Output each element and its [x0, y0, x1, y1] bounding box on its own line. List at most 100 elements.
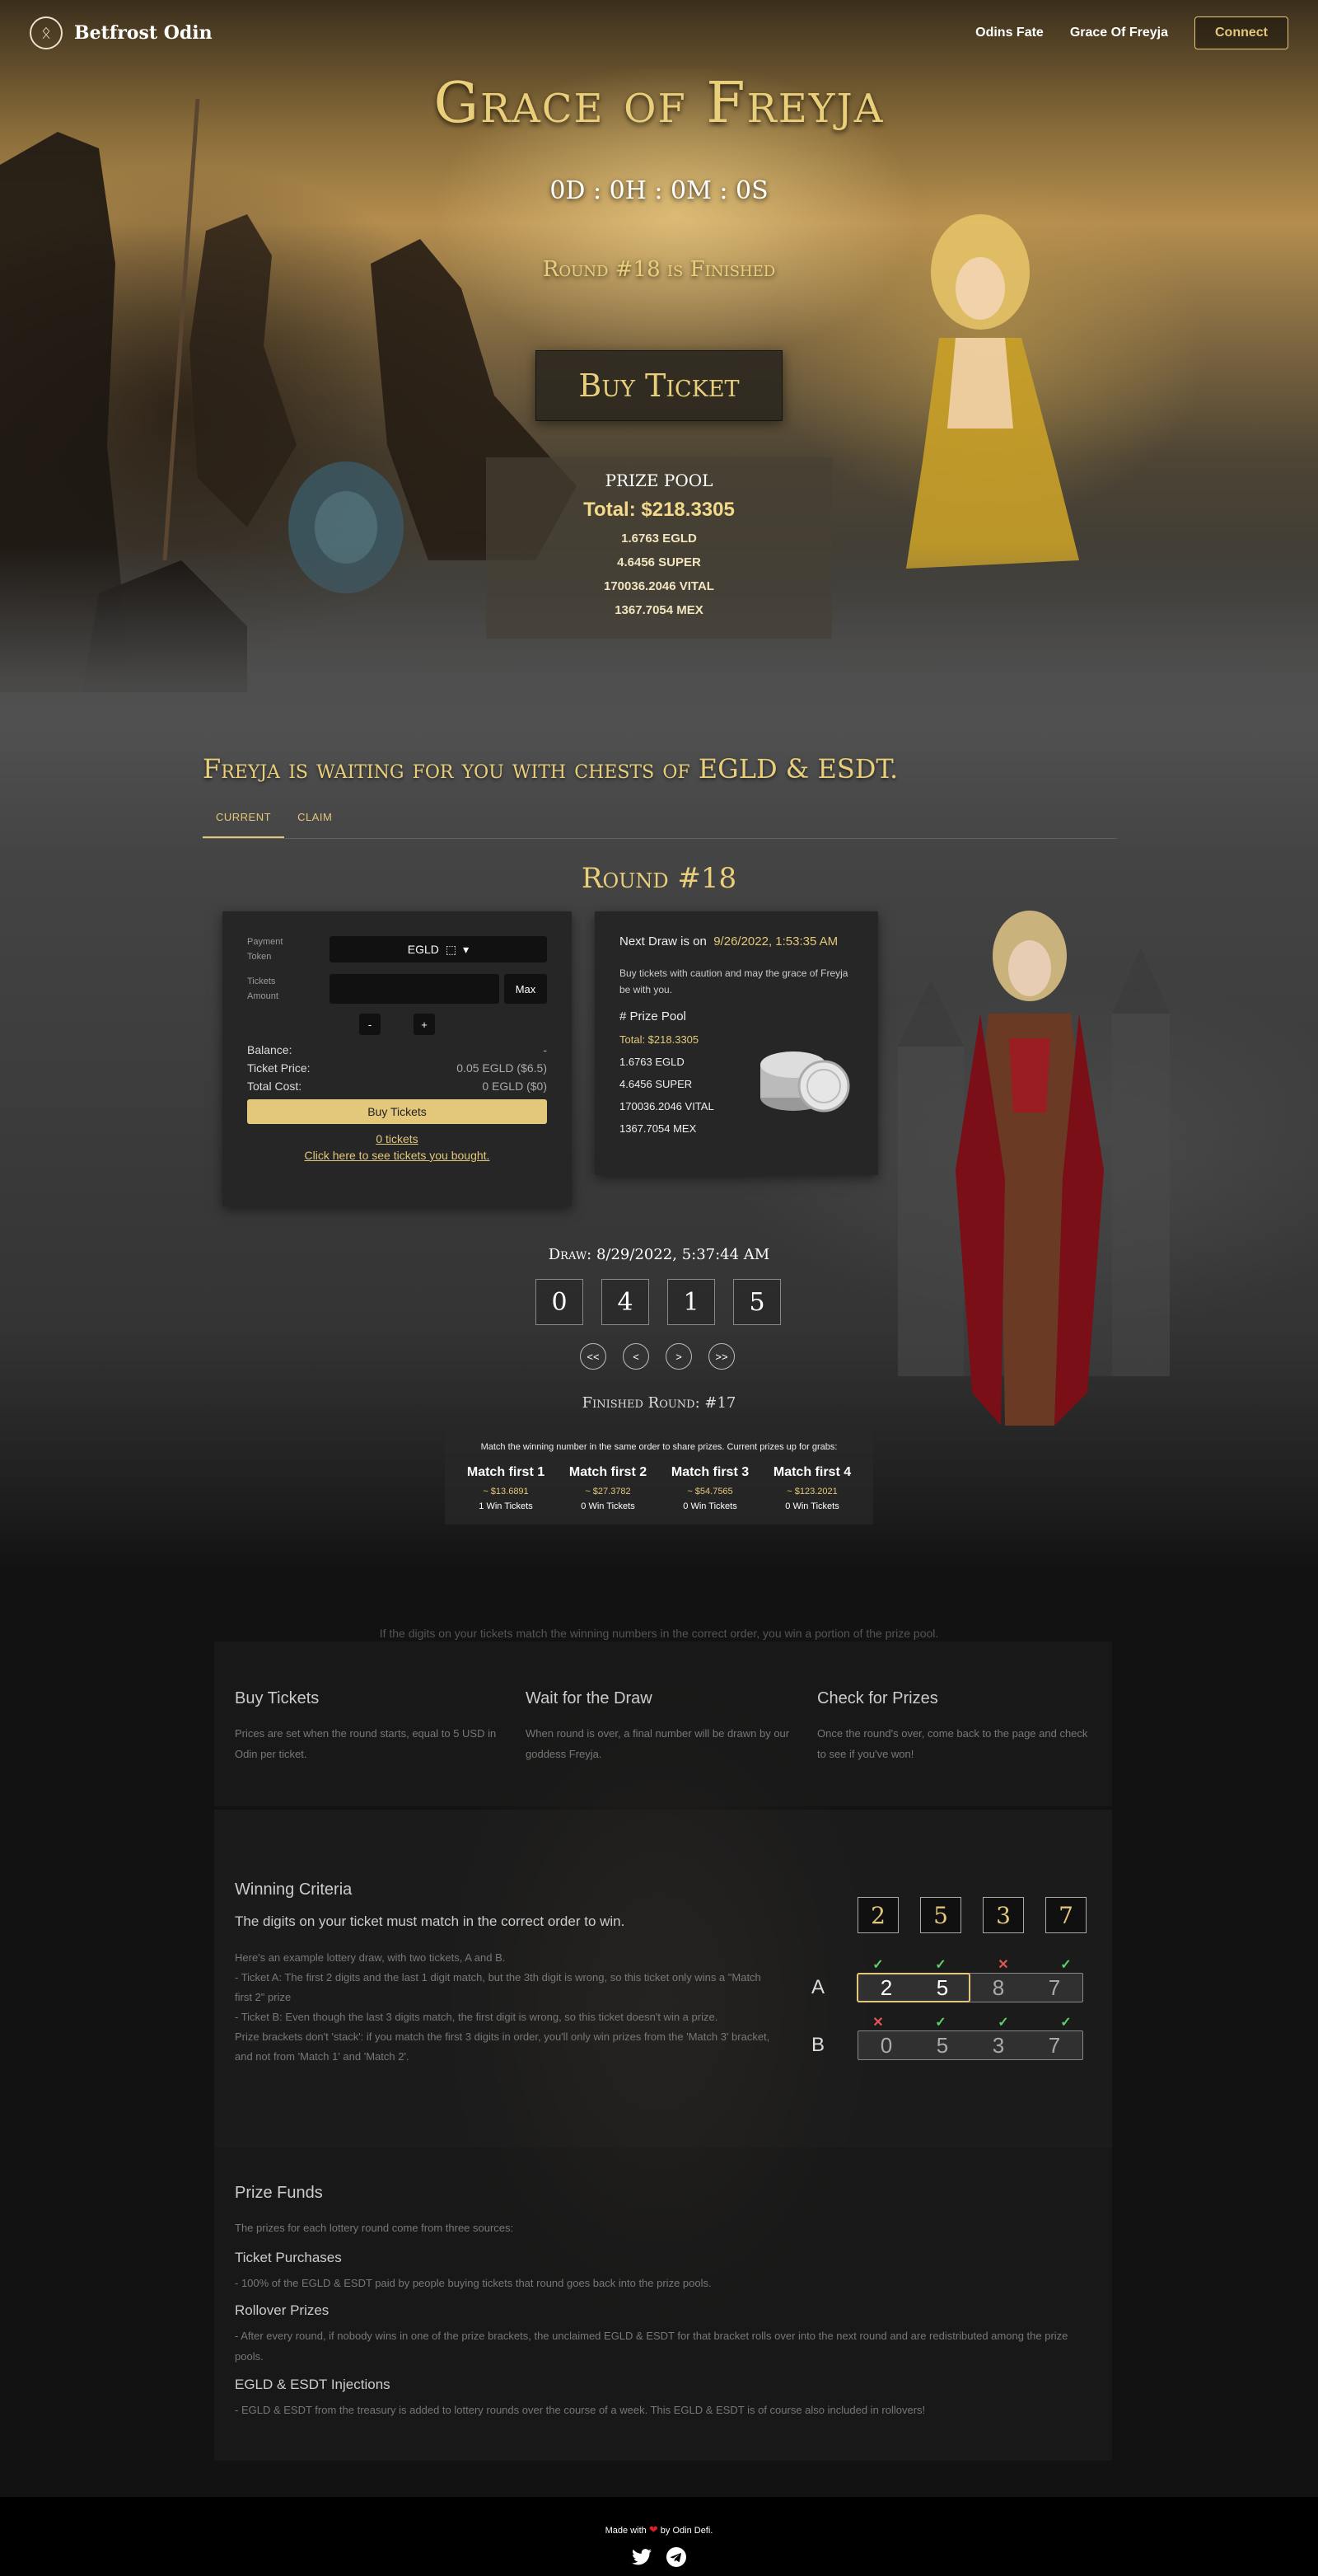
example-draw: 2 5 3 7 ✓ ✓ ✕ ✓ A 2 5 8 7 ✕ ✓ ✓ ✓ B 0 5 … [811, 1897, 1087, 2062]
next-round-button[interactable]: > [666, 1343, 692, 1370]
match-bracket: Match first 2 ~ $27.3782 0 Win Tickets [559, 1465, 657, 1511]
fund-title: Ticket Purchases [235, 2250, 342, 2265]
twitter-icon[interactable] [631, 2546, 652, 2568]
brand[interactable]: ᛟ Betfrost Odin [30, 16, 213, 49]
winning-digit: 5 [733, 1279, 781, 1325]
total-cost-row: Total Cost: 0 EGLD ($0) [247, 1080, 547, 1093]
finished-round: Finished Round: #17 [582, 1394, 736, 1412]
made-with: Made with ❤ by Odin Defi. [0, 2523, 1318, 2536]
odin-logo-icon: ᛟ [30, 16, 63, 49]
brand-name: Betfrost Odin [74, 22, 213, 44]
max-button[interactable]: Max [504, 974, 547, 1004]
step-title: Buy Tickets [235, 1689, 320, 1707]
last-round-button[interactable]: >> [708, 1343, 735, 1370]
cross-icon: ✕ [998, 1958, 1009, 1972]
balance-label: Balance: [247, 1043, 292, 1056]
match-prizes: Match the winning number in the same ord… [445, 1426, 873, 1525]
fund-rollover-prizes: Rollover Prizes - After every round, if … [235, 2302, 1075, 2367]
increment-button[interactable]: + [414, 1014, 435, 1035]
step-desc: When round is over, a final number will … [526, 1727, 790, 1760]
how-intro: If the digits on your tickets match the … [379, 1627, 939, 1640]
next-draw-panel: Next Draw is on 9/26/2022, 1:53:35 AM Bu… [595, 911, 878, 1175]
tab-current[interactable]: CURRENT [203, 803, 285, 838]
tickets-amount-label-line: Amount [247, 991, 278, 1001]
prize-pool-item: 1.6763 EGLD [621, 532, 697, 546]
match-bracket-highlight [857, 1973, 970, 2002]
see-tickets-link[interactable]: Click here to see tickets you bought. [247, 1149, 547, 1162]
check-icon: ✓ [935, 2016, 946, 2030]
total-cost-value: 0 EGLD ($0) [482, 1080, 547, 1093]
funds-intro: The prizes for each lottery round come f… [235, 2222, 514, 2234]
winning-digit: 0 [535, 1279, 583, 1325]
check-icon: ✓ [1060, 2016, 1072, 2030]
match-bracket: Match first 4 ~ $123.2021 0 Win Tickets [763, 1465, 862, 1511]
step-wait-for-draw: Wait for the Draw When round is over, a … [526, 1689, 797, 1764]
winning-digit: 4 [601, 1279, 649, 1325]
tickets-amount-input[interactable] [330, 974, 499, 1004]
made-with-text: Made with [605, 2526, 647, 2536]
chevron-down-icon: ▾ [463, 942, 470, 956]
check-icon: ✓ [872, 1958, 884, 1972]
match-bracket-value: ~ $123.2021 [787, 1487, 838, 1496]
tickets-amount-label: Tickets Amount [247, 974, 330, 1004]
match-bracket-value: ~ $13.6891 [483, 1487, 529, 1496]
check-icon: ✓ [998, 2016, 1009, 2030]
top-nav: ᛟ Betfrost Odin Odins Fate Grace Of Frey… [0, 0, 1318, 66]
ticket-label: A [811, 1976, 825, 1998]
total-cost-label: Total Cost: [247, 1080, 302, 1093]
criteria-line: Prize brackets don't 'stack': if you mat… [235, 2030, 770, 2063]
criteria-text: Here's an example lottery draw, with two… [235, 1948, 778, 2067]
ticket-digit: 8 [992, 1974, 1005, 2000]
decrement-button[interactable]: - [359, 1014, 381, 1035]
prev-round-button[interactable]: < [623, 1343, 649, 1370]
round-status: Round #18 is Finished [542, 257, 776, 282]
match-bracket-wins: 0 Win Tickets [683, 1501, 737, 1511]
match-bracket: Match first 3 ~ $54.7565 0 Win Tickets [661, 1465, 759, 1511]
step-buy-tickets: Buy Tickets Prices are set when the roun… [235, 1689, 507, 1764]
example-winning-digit: 2 [858, 1897, 899, 1933]
coins-icon [760, 1051, 850, 1112]
social-links [0, 2546, 1318, 2568]
match-bracket-title: Match first 3 [671, 1465, 750, 1479]
fund-injections: EGLD & ESDT Injections - EGLD & ESDT fro… [235, 2377, 1075, 2420]
first-round-button[interactable]: << [580, 1343, 606, 1370]
match-bracket-wins: 1 Win Tickets [479, 1501, 533, 1511]
match-bracket-value: ~ $27.3782 [585, 1487, 631, 1496]
prize-pool-item: 1367.7054 MEX [615, 603, 703, 617]
check-icon: ✓ [935, 1958, 946, 1972]
nav-link-grace-of-freyja[interactable]: Grace Of Freyja [1070, 26, 1168, 40]
ticket-b-digits: 0 5 3 7 [858, 2030, 1083, 2060]
nav-link-odins-fate[interactable]: Odins Fate [975, 26, 1044, 40]
match-intro: Match the winning number in the same ord… [480, 1442, 838, 1452]
section-heading: Freyja is waiting for you with chests of… [203, 753, 899, 785]
ticket-b: B 0 5 3 7 [811, 2030, 1083, 2060]
telegram-icon[interactable] [666, 2546, 687, 2568]
tickets-amount-label-line: Tickets [247, 977, 276, 986]
next-draw-value: 9/26/2022, 1:53:35 AM [713, 934, 839, 948]
prize-pool-title: PRIZE POOL [605, 471, 713, 490]
tickets-count-link[interactable]: 0 tickets [247, 1132, 547, 1145]
prize-pool-total: Total: $218.3305 [583, 499, 735, 521]
example-winning-digit: 7 [1045, 1897, 1087, 1933]
ticket-price-label: Ticket Price: [247, 1061, 311, 1075]
criteria-title: Winning Criteria [235, 1880, 353, 1899]
connect-button[interactable]: Connect [1194, 16, 1288, 49]
payment-token-label-line: Payment [247, 937, 283, 947]
egld-icon: ⬚ [445, 942, 457, 956]
criteria-line: Here's an example lottery draw, with two… [235, 1951, 506, 1964]
tab-claim[interactable]: CLAIM [284, 803, 345, 838]
token-select[interactable]: EGLD ⬚ ▾ [330, 936, 547, 962]
caution-text: Buy tickets with caution and may the gra… [619, 967, 848, 995]
prize-pool-item: 4.6456 SUPER [617, 555, 701, 569]
match-bracket-title: Match first 1 [466, 1465, 545, 1479]
buy-ticket-button[interactable]: Buy Ticket [535, 350, 783, 421]
ticket-a-marks: ✓ ✓ ✕ ✓ [858, 1956, 1087, 1973]
step-desc: Once the round's over, come back to the … [817, 1727, 1088, 1760]
buy-tickets-panel: Payment Token EGLD ⬚ ▾ Tickets Amount Ma… [222, 911, 572, 1206]
ticket-digit: 7 [1048, 2032, 1061, 2058]
next-draw-label: Next Draw is on [619, 934, 707, 948]
made-by-text: by Odin Defi. [660, 2526, 713, 2536]
nav-links: Odins Fate Grace Of Freyja Connect [975, 16, 1288, 49]
winning-digits: 0 4 1 5 [535, 1279, 781, 1325]
buy-tickets-button[interactable]: Buy Tickets [247, 1099, 547, 1124]
